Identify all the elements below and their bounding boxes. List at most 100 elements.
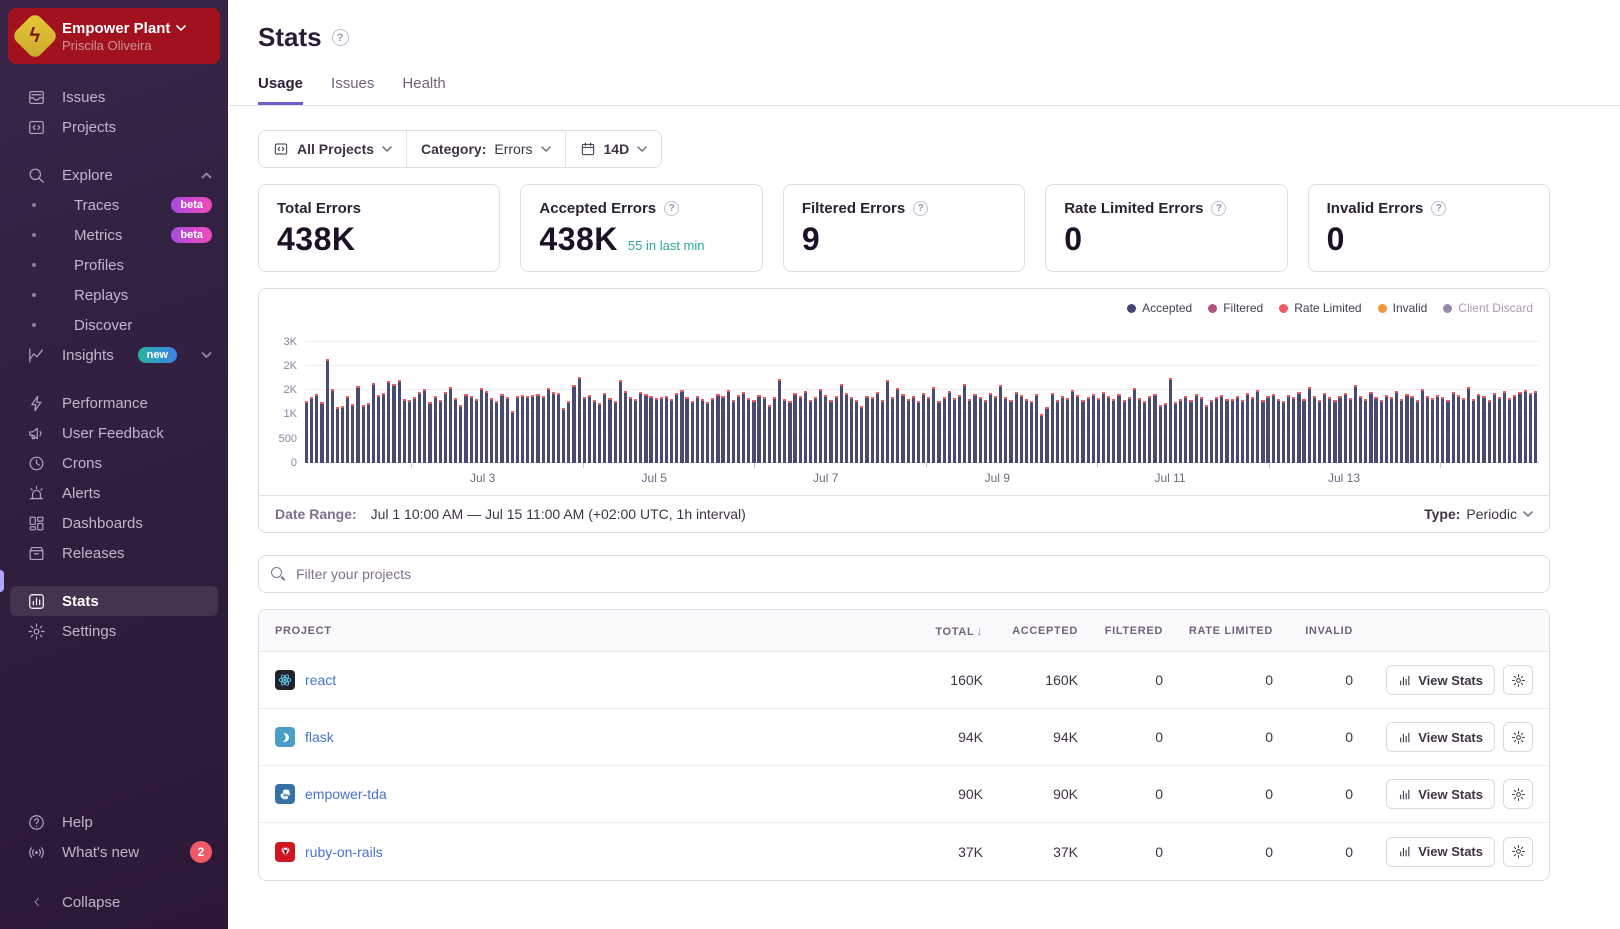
- sidebar-item-crons[interactable]: Crons: [0, 448, 228, 478]
- chart-bar-cap: [901, 394, 904, 396]
- sidebar-item-metrics[interactable]: Metrics beta: [0, 220, 228, 250]
- chart-bar: [341, 406, 344, 463]
- view-stats-button[interactable]: View Stats: [1386, 665, 1495, 695]
- tab-usage[interactable]: Usage: [258, 75, 303, 105]
- legend-item[interactable]: Filtered: [1208, 301, 1263, 315]
- view-stats-button[interactable]: View Stats: [1386, 722, 1495, 752]
- chart-bar-cap: [814, 397, 817, 399]
- view-stats-button[interactable]: View Stats: [1386, 779, 1495, 809]
- lightning-icon: [27, 394, 46, 413]
- chart-bar: [372, 383, 375, 463]
- column-rate-limited[interactable]: RATE LIMITED: [1163, 625, 1273, 637]
- help-icon[interactable]: ?: [664, 201, 679, 216]
- column-project[interactable]: PROJECT: [275, 625, 888, 637]
- sidebar-item-discover[interactable]: Discover: [0, 310, 228, 340]
- legend-item[interactable]: Rate Limited: [1279, 301, 1361, 315]
- chart-bar-cap: [1338, 396, 1341, 398]
- sidebar-item-projects[interactable]: Projects: [0, 112, 228, 142]
- chart-bar-cap: [1215, 397, 1218, 399]
- chart-bar-cap: [1318, 400, 1321, 402]
- column-invalid[interactable]: INVALID: [1273, 625, 1353, 637]
- chart-bar-cap: [1467, 387, 1470, 389]
- tab-issues[interactable]: Issues: [331, 75, 374, 105]
- chart-bar: [320, 402, 323, 463]
- chart-bar: [423, 389, 426, 463]
- page-help-icon[interactable]: ?: [332, 29, 349, 46]
- sidebar-item-user-feedback[interactable]: User Feedback: [0, 418, 228, 448]
- help-icon[interactable]: ?: [913, 201, 928, 216]
- column-filtered[interactable]: FILTERED: [1078, 625, 1163, 637]
- chart-type-selector[interactable]: Type: Periodic: [1424, 506, 1533, 522]
- sidebar-item-releases[interactable]: Releases: [0, 538, 228, 568]
- project-link[interactable]: react: [305, 672, 336, 688]
- project-settings-button[interactable]: [1503, 722, 1533, 752]
- sidebar-collapse-button[interactable]: Collapse: [0, 887, 228, 917]
- org-switcher[interactable]: ϟ Empower Plant Priscila Oliveira: [8, 8, 220, 64]
- sidebar-item-insights[interactable]: Insights new: [0, 340, 228, 370]
- chart-bar-cap: [742, 392, 745, 394]
- y-axis-label: 0: [291, 457, 297, 469]
- help-icon[interactable]: ?: [1431, 201, 1446, 216]
- project-link[interactable]: ruby-on-rails: [305, 844, 383, 860]
- sidebar-item-replays[interactable]: Replays: [0, 280, 228, 310]
- chart-bar: [711, 398, 714, 463]
- chart-bar-cap: [1272, 394, 1275, 396]
- tab-health[interactable]: Health: [402, 75, 445, 105]
- legend-item[interactable]: Accepted: [1127, 301, 1192, 315]
- chart-bar: [367, 403, 370, 463]
- view-stats-button[interactable]: View Stats: [1386, 837, 1495, 867]
- category-selector[interactable]: Category: Errors: [406, 131, 564, 167]
- project-link[interactable]: flask: [305, 729, 334, 745]
- sidebar-item-whats-new[interactable]: What's new 2: [0, 837, 228, 867]
- chart-bar-cap: [1148, 396, 1151, 398]
- chart-bar: [644, 394, 647, 463]
- chart-bar: [1148, 396, 1151, 464]
- chart-bar: [1405, 394, 1408, 463]
- project-search-input[interactable]: [296, 566, 1537, 582]
- card-title: Invalid Errors: [1327, 200, 1424, 217]
- chart-bar: [943, 397, 946, 463]
- project-settings-button[interactable]: [1503, 779, 1533, 809]
- chevron-down-icon: [1523, 511, 1533, 518]
- chart-bar-cap: [1313, 396, 1316, 398]
- chart-plot[interactable]: 05001K2K2K3KJul 3Jul 5Jul 7Jul 9Jul 11Ju…: [305, 327, 1539, 463]
- chart-bar: [871, 397, 874, 463]
- project-link[interactable]: empower-tda: [305, 786, 387, 802]
- sidebar-item-help[interactable]: Help: [0, 807, 228, 837]
- chart-bar-cap: [922, 393, 925, 395]
- column-total[interactable]: TOTAL↓: [888, 624, 983, 638]
- project-settings-button[interactable]: [1503, 837, 1533, 867]
- project-settings-button[interactable]: [1503, 665, 1533, 695]
- chart-bar-cap: [860, 406, 863, 408]
- chart-bar: [382, 393, 385, 463]
- chart-bar: [526, 396, 529, 463]
- chart-bar-cap: [1349, 398, 1352, 400]
- sidebar-item-traces[interactable]: Traces beta: [0, 190, 228, 220]
- chart-bar-cap: [1205, 405, 1208, 407]
- chart-bar: [1025, 399, 1028, 463]
- chart-bar-cap: [1508, 398, 1511, 400]
- chart-bar: [680, 390, 683, 463]
- sidebar-item-issues[interactable]: Issues: [0, 82, 228, 112]
- column-accepted[interactable]: ACCEPTED: [983, 625, 1078, 637]
- project-selector[interactable]: All Projects: [259, 131, 406, 167]
- chart-bar: [1462, 398, 1465, 463]
- date-range-selector[interactable]: 14D: [565, 131, 662, 167]
- y-axis-label: 2K: [284, 384, 297, 396]
- sidebar-item-dashboards[interactable]: Dashboards: [0, 508, 228, 538]
- sidebar-item-settings[interactable]: Settings: [0, 616, 228, 646]
- chart-bar: [1529, 393, 1532, 463]
- chart-bar: [567, 401, 570, 463]
- help-icon[interactable]: ?: [1211, 201, 1226, 216]
- sidebar-item-explore[interactable]: Explore: [0, 160, 228, 190]
- chart-bar-cap: [783, 399, 786, 401]
- clock-icon: [27, 454, 46, 473]
- legend-item[interactable]: Client Discard: [1443, 301, 1533, 315]
- sidebar-item-profiles[interactable]: Profiles: [0, 250, 228, 280]
- chart-bar: [742, 392, 745, 463]
- sidebar-item-alerts[interactable]: Alerts: [0, 478, 228, 508]
- chart-bar: [464, 394, 467, 463]
- sidebar-item-stats[interactable]: Stats: [10, 586, 218, 616]
- sidebar-item-performance[interactable]: Performance: [0, 388, 228, 418]
- legend-item[interactable]: Invalid: [1378, 301, 1428, 315]
